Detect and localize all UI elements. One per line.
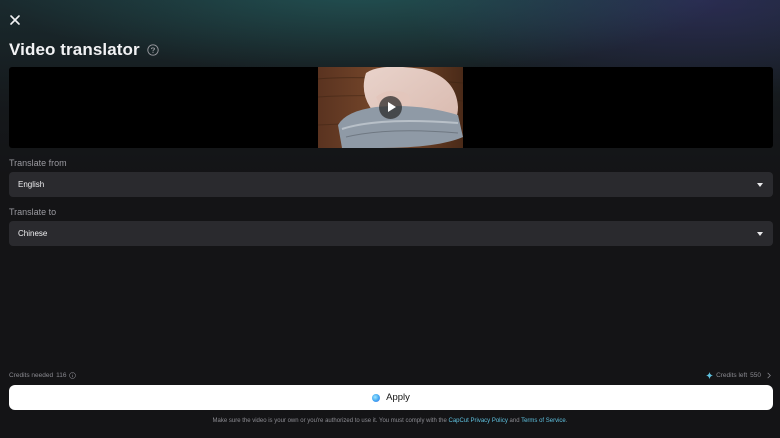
video-preview [9, 67, 773, 148]
translate-from-select[interactable]: English [9, 172, 773, 197]
disclaimer-text: Make sure the video is your own or you'r… [212, 418, 447, 424]
apply-icon [372, 393, 381, 402]
chevron-down-icon [757, 232, 763, 236]
disclaimer-period: . [565, 418, 568, 424]
chevron-down-icon [757, 183, 763, 187]
info-icon[interactable] [69, 372, 77, 379]
video-translator-panel: Video translator Translate from English … [0, 0, 780, 438]
chevron-right-icon [767, 372, 771, 379]
page-title: Video translator [9, 40, 140, 59]
help-circle-icon[interactable] [147, 44, 159, 56]
close-icon[interactable] [7, 12, 23, 28]
translate-to-label: Translate to [9, 207, 57, 217]
play-icon[interactable] [379, 96, 402, 119]
translate-from-label: Translate from [9, 158, 67, 168]
sparkle-icon [706, 372, 714, 379]
credits-left[interactable]: Credits left 550 [706, 372, 772, 379]
video-thumbnail[interactable] [318, 67, 463, 148]
translate-to-select[interactable]: Chinese [9, 221, 773, 246]
translate-from-value: English [18, 180, 45, 189]
credits-needed-label: Credits needed [9, 372, 54, 379]
credits-left-value: 550 [750, 372, 761, 379]
translate-to-value: Chinese [18, 229, 48, 238]
terms-of-service-link[interactable]: Terms of Service [521, 418, 566, 424]
credits-needed-value: 116 [56, 372, 67, 379]
disclaimer: Make sure the video is your own or you'r… [0, 418, 780, 424]
apply-button-label: Apply [386, 392, 410, 403]
title-row: Video translator [9, 40, 159, 60]
disclaimer-and: and [509, 418, 520, 424]
credits-needed: Credits needed 116 [9, 372, 77, 379]
privacy-policy-link[interactable]: CapCut Privacy Policy [448, 418, 507, 424]
apply-button[interactable]: Apply [9, 385, 773, 410]
credits-left-label: Credits left [716, 372, 748, 379]
